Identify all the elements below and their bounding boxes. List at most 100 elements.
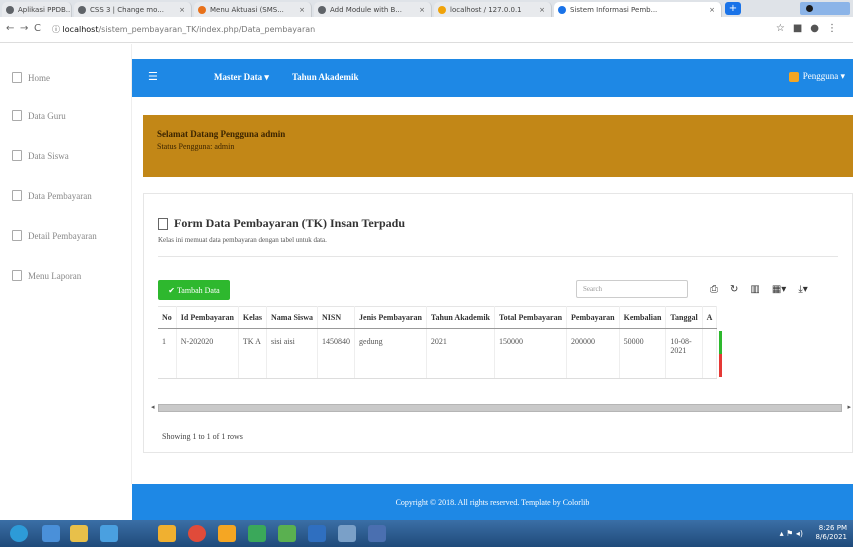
browser-tab[interactable]: localhost / 127.0.0.1 × [434, 2, 552, 17]
sublime-icon[interactable] [218, 525, 236, 542]
column-header[interactable]: Total Pembayaran [494, 306, 568, 329]
list-icon [12, 150, 22, 161]
column-header[interactable]: A [702, 306, 718, 329]
favicon-icon [558, 5, 566, 14]
window-controls[interactable] [800, 2, 850, 15]
app-icon[interactable] [308, 525, 326, 542]
browser-tab[interactable]: Add Module with B... × [314, 2, 432, 17]
table-cell: gedung [354, 328, 427, 379]
table-cell: 10-08-2021 [665, 328, 703, 379]
chrome-icon[interactable] [188, 525, 206, 542]
scroll-right-icon[interactable]: ▸ [847, 403, 851, 411]
column-header[interactable]: Kembalian [619, 306, 667, 329]
column-header[interactable]: Tahun Akademik [426, 306, 496, 329]
column-header[interactable]: Id Pembayaran [176, 306, 239, 329]
star-icon[interactable]: ☆ [776, 23, 793, 34]
browser-tab[interactable]: Menu Aktuasi (SMS... × [194, 2, 312, 17]
app-icon[interactable] [338, 525, 356, 542]
column-header[interactable]: NISN [317, 306, 356, 329]
close-icon[interactable]: × [535, 6, 545, 14]
sidebar-item-data-siswa[interactable]: Data Siswa [12, 150, 69, 161]
table-cell: 1450840 [317, 328, 356, 379]
sidebar-item-detail-pembayaran[interactable]: Detail Pembayaran [12, 230, 97, 241]
home-icon [12, 72, 22, 83]
back-icon[interactable]: ← [6, 23, 14, 34]
profile-icon[interactable]: ● [810, 23, 827, 34]
column-header[interactable]: Tanggal [665, 306, 703, 329]
folder-icon [12, 190, 22, 201]
app-icon[interactable] [158, 525, 176, 542]
table-cell: 150000 [494, 328, 568, 379]
horizontal-scrollbar[interactable]: ◂ ▸ [151, 403, 851, 412]
browser-tab-active[interactable]: Sistem Informasi Pemb... × [554, 2, 722, 17]
pagination-info: Showing 1 to 1 of 1 rows [162, 432, 243, 441]
avatar [788, 71, 799, 82]
favicon-icon [438, 5, 446, 14]
user-menu[interactable]: Pengguna ▾ [788, 71, 845, 82]
menu-icon[interactable]: ⋮ [827, 23, 845, 34]
sidebar-item-data-guru[interactable]: Data Guru [12, 110, 66, 121]
favicon-icon [318, 5, 326, 14]
app-icon[interactable] [278, 525, 296, 542]
column-header[interactable]: Jenis Pembayaran [354, 306, 427, 329]
menu-master-data[interactable]: Master Data ▾ [214, 72, 269, 83]
ie-icon[interactable] [42, 525, 60, 542]
close-icon[interactable]: × [295, 6, 305, 14]
hamburger-icon[interactable]: ☰ [148, 70, 158, 83]
table-cell: 2021 [426, 328, 496, 379]
media-icon[interactable] [100, 525, 118, 542]
browser-tab[interactable]: CSS 3 | Change mo... × [74, 2, 192, 17]
column-header[interactable]: Nama Siswa [266, 306, 319, 329]
table-row: 1 N-202020 TK A sisi aisi 1450840 gedung… [158, 328, 723, 379]
add-data-button[interactable]: ✔ Tambah Data [158, 280, 230, 300]
sidebar-item-menu-laporan[interactable]: Menu Laporan [12, 270, 81, 281]
divider [158, 256, 838, 257]
start-icon[interactable] [10, 525, 28, 542]
export-icon[interactable]: ⤓▾ [792, 280, 813, 298]
browser-toolbar-icons[interactable]: ☆■●⋮ [776, 23, 845, 34]
browser-tab[interactable]: Aplikasi PPDB...× [2, 2, 72, 17]
tray-icons[interactable]: ▴ ⚑ ◂) [780, 529, 803, 538]
user-status-text: Status Pengguna: admin [157, 142, 235, 151]
refresh-icon[interactable]: ↻ [724, 280, 744, 298]
print-icon[interactable]: ⎙ [704, 280, 724, 298]
column-header[interactable]: Pembayaran [566, 306, 620, 329]
close-icon[interactable]: × [175, 6, 185, 14]
favicon-icon [78, 5, 86, 14]
forward-icon[interactable]: → [20, 23, 28, 34]
url-field[interactable]: ⓘ localhost/sistem_pembayaran_TK/index.p… [52, 24, 315, 35]
info-icon: ⓘ [52, 25, 63, 34]
close-icon[interactable]: × [415, 6, 425, 14]
menu-tahun-akademik[interactable]: Tahun Akademik [292, 72, 358, 82]
welcome-banner: Selamat Datang Pengguna admin Status Pen… [143, 115, 853, 177]
table-cell: N-202020 [176, 328, 239, 379]
action-buttons[interactable] [719, 331, 723, 377]
new-tab-button[interactable]: + [725, 2, 741, 15]
sidebar-item-home[interactable]: Home [12, 72, 50, 83]
profile-icon[interactable] [806, 5, 813, 12]
footer: Copyright © 2018. All rights reserved. T… [132, 484, 853, 520]
columns-icon[interactable]: ▦▾ [766, 280, 792, 298]
table-toolbar: ⎙ ↻ ▥ ▦▾ ⤓▾ [704, 280, 814, 298]
app-icon[interactable] [248, 525, 266, 542]
sidebar: Home Data Guru Data Siswa Data Pembayara… [0, 44, 132, 484]
word-icon[interactable] [368, 525, 386, 542]
explorer-icon[interactable] [70, 525, 88, 542]
top-navbar: ☰ Master Data ▾ Tahun Akademik Pengguna … [132, 59, 853, 97]
column-header[interactable]: Kelas [238, 306, 268, 329]
search-input[interactable]: Search [576, 280, 688, 298]
sidebar-item-data-pembayaran[interactable]: Data Pembayaran [12, 190, 92, 201]
table-cell: 200000 [566, 328, 620, 379]
browser-tab-strip: Aplikasi PPDB...× CSS 3 | Change mo...× … [0, 0, 853, 17]
column-header[interactable]: No [158, 306, 177, 329]
page-subtitle: Kelas ini memuat data pembayaran dengan … [158, 236, 327, 244]
extension-icon[interactable]: ■ [793, 23, 810, 34]
reload-icon[interactable]: C [34, 23, 41, 34]
scroll-left-icon[interactable]: ◂ [151, 403, 155, 411]
close-icon[interactable]: × [705, 6, 715, 14]
page-title: Form Data Pembayaran (TK) Insan Terpadu [158, 216, 405, 231]
check-icon: ✔ [168, 285, 177, 295]
taskbar: ▴ ⚑ ◂) 8:26 PM 8/6/2021 [0, 520, 853, 547]
clock[interactable]: 8:26 PM 8/6/2021 [816, 524, 847, 542]
toggle-view-icon[interactable]: ▥ [744, 280, 765, 298]
